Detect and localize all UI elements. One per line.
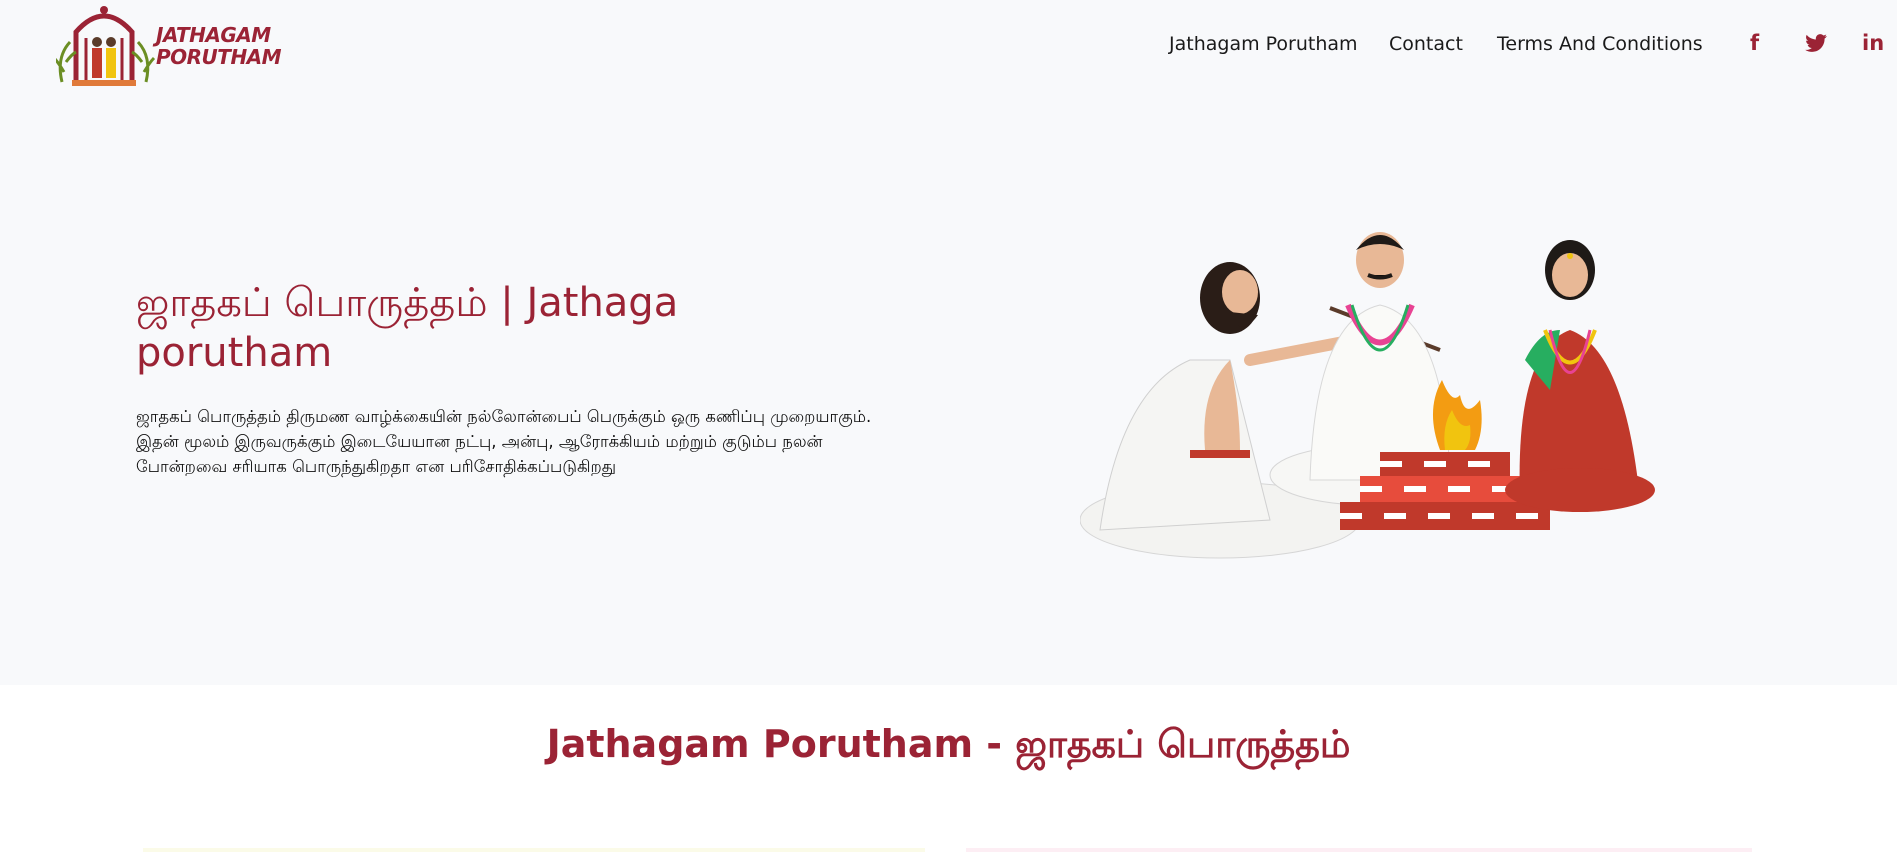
linkedin-icon[interactable]: in [1862, 31, 1884, 55]
nav-contact[interactable]: Contact [1389, 33, 1463, 55]
wedding-homam-illustration [1080, 232, 1655, 559]
section-title: Jathagam Porutham - ஜாதகப் பொருத்தம் [546, 722, 1351, 766]
hero-description: ஜாதகப் பொருத்தம் திருமண வாழ்க்கையின் நல்… [136, 407, 872, 476]
nav-terms-and-conditions[interactable]: Terms And Conditions [1497, 33, 1703, 55]
hero-title: ஜாதகப் பொருத்தம் | Jathaga porutham [136, 280, 679, 376]
logo-wordmark: JATHAGAM PORUTHAM [156, 23, 282, 69]
porutham-card [143, 848, 925, 852]
nav-jathagam-porutham[interactable]: Jathagam Porutham [1169, 33, 1358, 55]
facebook-icon[interactable]: f [1750, 31, 1759, 55]
twitter-icon[interactable] [1805, 34, 1827, 52]
porutham-card [966, 848, 1752, 852]
